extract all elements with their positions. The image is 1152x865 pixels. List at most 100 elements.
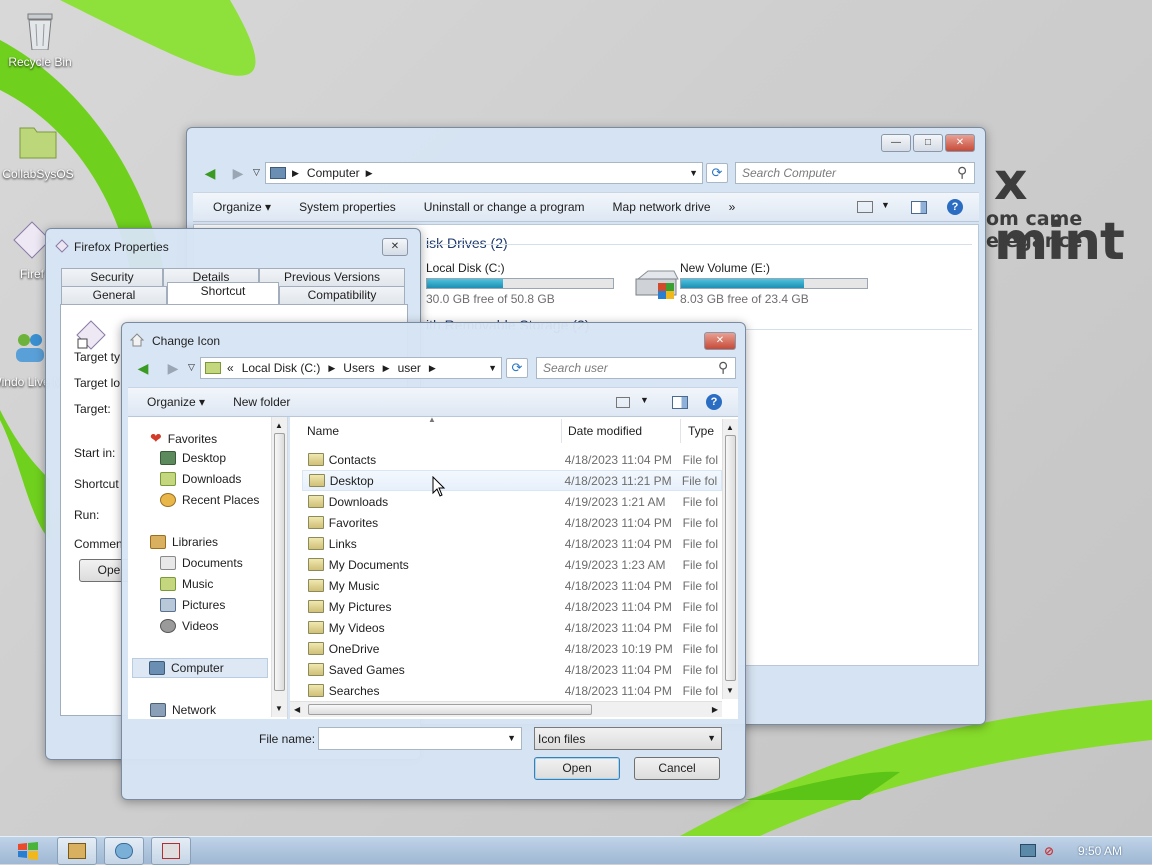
refresh-icon[interactable]: ⟳	[706, 163, 728, 183]
drive-e[interactable]: New Volume (E:) 8.03 GB free of 23.4 GB	[680, 261, 870, 306]
views-icon[interactable]	[616, 397, 630, 408]
nav-favorites[interactable]: ❤ Favorites	[150, 430, 217, 447]
file-name: Favorites	[328, 515, 379, 530]
views-dropdown-icon[interactable]: ▼	[881, 200, 890, 210]
help-icon[interactable]: ?	[706, 394, 722, 410]
address-dropdown-icon[interactable]: ▼	[488, 363, 497, 373]
file-row[interactable]: Searches 4/18/2023 11:04 PM File fol	[302, 680, 722, 701]
column-header-date[interactable]: Date modified	[568, 424, 642, 438]
tab-general[interactable]: General	[61, 286, 167, 304]
file-row[interactable]: My Videos 4/18/2023 11:04 PM File fol	[302, 617, 722, 638]
tab-shortcut[interactable]: Shortcut	[167, 282, 279, 304]
breadcrumb-local-disk[interactable]: Local Disk (C:)	[242, 361, 321, 375]
address-bar[interactable]: « Local Disk (C:) ▶ Users ▶ user ▶ ▼	[200, 357, 502, 379]
nav-videos[interactable]: Videos	[160, 619, 218, 633]
nav-music[interactable]: Music	[160, 577, 213, 591]
recent-pages-dropdown-icon[interactable]: ▽	[253, 167, 260, 178]
clock[interactable]: 9:50 AM	[1078, 844, 1122, 858]
tab-compatibility[interactable]: Compatibility	[279, 286, 405, 304]
desktop-icon-recycle-bin[interactable]: Recycle Bin	[0, 6, 80, 69]
nav-desktop[interactable]: Desktop	[160, 451, 226, 465]
file-row[interactable]: Saved Games 4/18/2023 11:04 PM File fol	[302, 659, 722, 680]
refresh-icon[interactable]: ⟳	[506, 358, 528, 378]
file-row[interactable]: Favorites 4/18/2023 11:04 PM File fol	[302, 512, 722, 533]
wallpaper-tagline: om came elegance	[986, 208, 1083, 252]
close-button[interactable]: ✕	[382, 238, 408, 256]
file-list-vscroll[interactable]: ▲ ▼	[722, 419, 738, 699]
desktop-icon-collabsysos[interactable]: CollabSysOS	[0, 118, 78, 181]
nav-scrollbar[interactable]: ▲ ▼	[271, 417, 287, 717]
breadcrumb-users[interactable]: Users	[343, 361, 374, 375]
maximize-button[interactable]: □	[913, 134, 943, 152]
nav-pictures[interactable]: Pictures	[160, 598, 225, 612]
file-row[interactable]: My Pictures 4/18/2023 11:04 PM File fol	[302, 596, 722, 617]
uninstall-program-button[interactable]: Uninstall or change a program	[424, 200, 585, 214]
organize-menu[interactable]: Organize ▾	[213, 200, 271, 214]
hscroll-thumb[interactable]	[308, 704, 592, 715]
network-status-icon[interactable]	[1020, 844, 1036, 857]
back-arrow-icon[interactable]: ◀	[199, 162, 221, 184]
preview-pane-icon[interactable]	[911, 201, 927, 214]
forward-arrow-icon[interactable]: ▶	[162, 357, 184, 379]
column-header-name[interactable]: Name	[307, 424, 339, 438]
nav-network[interactable]: Network	[150, 703, 216, 717]
address-bar[interactable]: ▶ Computer ▶ ▼	[265, 162, 703, 184]
file-type-select[interactable]: Icon files ▼	[534, 727, 722, 750]
drive-c[interactable]: Local Disk (C:) 30.0 GB free of 50.8 GB	[426, 261, 616, 306]
search-input[interactable]: Search Computer	[735, 162, 975, 184]
recent-pages-dropdown-icon[interactable]: ▽	[188, 362, 195, 373]
library-folder-icon	[68, 843, 86, 859]
open-button[interactable]: Open	[534, 757, 620, 780]
nav-scroll-thumb[interactable]	[274, 433, 285, 691]
preview-pane-icon[interactable]	[672, 396, 688, 409]
new-folder-button[interactable]: New folder	[233, 395, 290, 409]
nav-downloads[interactable]: Downloads	[160, 472, 241, 486]
close-button[interactable]: ✕	[945, 134, 975, 152]
breadcrumb-computer[interactable]: Computer	[307, 166, 360, 180]
help-icon[interactable]: ?	[947, 199, 963, 215]
tab-previous-versions[interactable]: Previous Versions	[259, 268, 405, 286]
file-name-dropdown-icon[interactable]: ▼	[507, 733, 516, 743]
address-dropdown-icon[interactable]: ▼	[689, 168, 698, 178]
back-arrow-icon[interactable]: ◀	[132, 357, 154, 379]
breadcrumb-overflow[interactable]: «	[227, 361, 234, 375]
nav-computer[interactable]: Computer	[132, 658, 268, 678]
map-network-drive-button[interactable]: Map network drive	[613, 200, 711, 214]
search-input[interactable]: Search user	[536, 357, 736, 379]
nav-libraries[interactable]: Libraries	[150, 535, 218, 549]
forward-arrow-icon[interactable]: ▶	[227, 162, 249, 184]
file-row[interactable]: Links 4/18/2023 11:04 PM File fol	[302, 533, 722, 554]
file-row[interactable]: Contacts 4/18/2023 11:04 PM File fol	[302, 449, 722, 470]
breadcrumb-user[interactable]: user	[398, 361, 421, 375]
file-row[interactable]: My Music 4/18/2023 11:04 PM File fol	[302, 575, 722, 596]
file-row[interactable]: Desktop 4/18/2023 11:21 PM File fol	[302, 470, 722, 491]
file-row[interactable]: Downloads 4/19/2023 1:21 AM File fol	[302, 491, 722, 512]
drive-free-space: 30.0 GB free of 50.8 GB	[426, 292, 555, 306]
vscroll-thumb[interactable]	[725, 435, 736, 681]
views-icon[interactable]	[857, 201, 873, 213]
close-button[interactable]: ✕	[704, 332, 736, 350]
file-row[interactable]: My Documents 4/19/2023 1:23 AM File fol	[302, 554, 722, 575]
sort-indicator-icon: ▲	[428, 415, 436, 424]
more-commands-button[interactable]: »	[729, 200, 736, 214]
nav-documents[interactable]: Documents	[160, 556, 243, 570]
system-properties-button[interactable]: System properties	[299, 200, 396, 214]
column-header-type[interactable]: Type	[688, 424, 714, 438]
minimize-button[interactable]: —	[881, 134, 911, 152]
nav-recent-places[interactable]: Recent Places	[160, 493, 259, 507]
tab-security[interactable]: Security	[61, 268, 163, 286]
taskbar-control-panel-button[interactable]	[104, 837, 144, 865]
file-name-input[interactable]: ▼	[318, 727, 522, 750]
volume-muted-icon[interactable]: ⊘	[1044, 844, 1060, 858]
taskbar-explorer-button[interactable]	[57, 837, 97, 865]
properties-icon	[162, 843, 180, 859]
taskbar-properties-button[interactable]	[151, 837, 191, 865]
file-date: 4/18/2023 11:04 PM	[564, 515, 672, 530]
start-button[interactable]	[8, 839, 48, 863]
organize-menu[interactable]: Organize ▾	[147, 395, 205, 409]
file-row[interactable]: OneDrive 4/18/2023 10:19 PM File fol	[302, 638, 722, 659]
cancel-button[interactable]: Cancel	[634, 757, 720, 780]
views-dropdown-icon[interactable]: ▼	[640, 395, 649, 405]
file-list-hscroll[interactable]: ◀ ▶	[290, 701, 722, 717]
file-date: 4/18/2023 11:04 PM	[564, 620, 672, 635]
